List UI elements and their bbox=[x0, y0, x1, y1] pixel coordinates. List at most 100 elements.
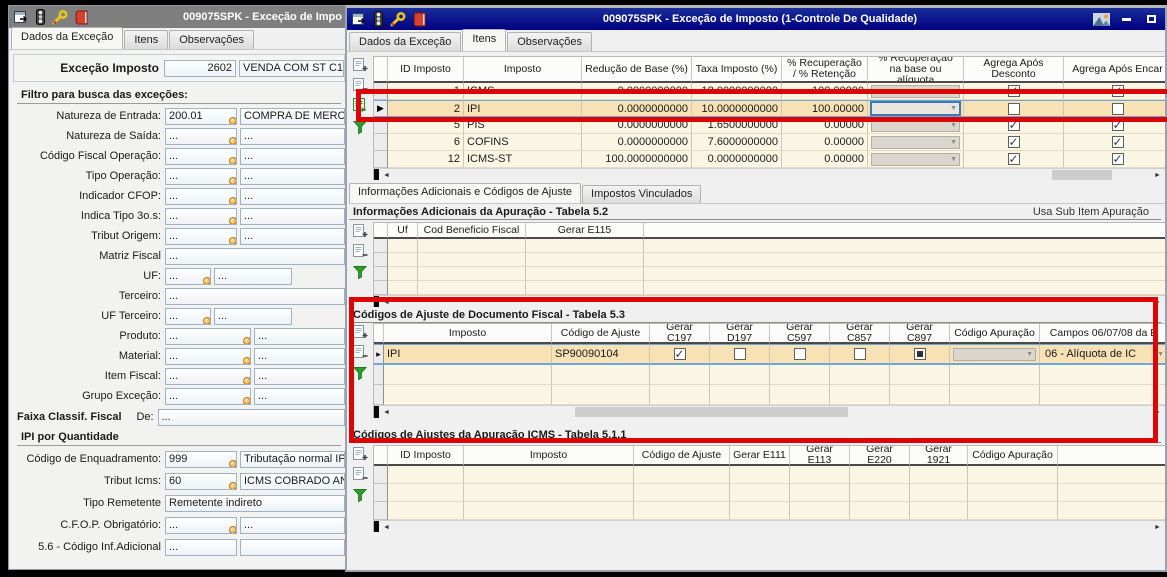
empty-cell[interactable] bbox=[464, 484, 634, 502]
empty-cell[interactable] bbox=[644, 281, 1165, 295]
checkbox-agrega-apos-desconto[interactable] bbox=[1008, 119, 1020, 131]
tipo-operacao-desc-field[interactable]: ... bbox=[240, 168, 345, 185]
row-selector[interactable] bbox=[374, 267, 388, 281]
tab-informacoes-adicionais[interactable]: Informações Adicionais e Códigos de Ajus… bbox=[349, 183, 581, 203]
empty-cell[interactable] bbox=[418, 267, 526, 281]
tipo-remetente-field[interactable]: Remetente indireto bbox=[165, 495, 345, 512]
cell-taxa-imposto[interactable]: 0.0000000000 bbox=[692, 151, 782, 168]
table-row[interactable]: 12 ICMS-ST 100.0000000000 0.0000000000 0… bbox=[374, 151, 1165, 168]
empty-cell[interactable] bbox=[1058, 502, 1165, 520]
empty-cell[interactable] bbox=[384, 385, 552, 405]
cell-id-imposto[interactable]: 6 bbox=[388, 134, 464, 151]
empty-cell[interactable] bbox=[850, 484, 910, 502]
cell-imposto[interactable]: IPI bbox=[384, 344, 552, 364]
wrench-icon[interactable] bbox=[52, 10, 68, 25]
tipo-operacao-field[interactable]: ... bbox=[165, 168, 237, 185]
cell-codigo-de-ajuste[interactable]: SP90090104 bbox=[552, 344, 650, 364]
cell-imposto[interactable]: IPI bbox=[464, 100, 582, 117]
empty-cell[interactable] bbox=[850, 502, 910, 520]
table-row[interactable]: 5 PIS 0.0000000000 1.6500000000 0.00000 … bbox=[374, 117, 1165, 134]
empty-cell[interactable] bbox=[730, 484, 790, 502]
row-selector[interactable] bbox=[374, 239, 388, 253]
empty-row[interactable] bbox=[374, 281, 1165, 295]
empty-cell[interactable] bbox=[644, 239, 1165, 253]
cell-taxa-imposto[interactable]: 1.6500000000 bbox=[692, 117, 782, 134]
cell-reducao-base[interactable]: 0.0000000000 bbox=[582, 83, 692, 100]
row-selector[interactable] bbox=[374, 151, 388, 168]
item-fiscal-desc-field[interactable]: ... bbox=[254, 368, 345, 385]
empty-cell[interactable] bbox=[770, 385, 830, 405]
scroll-left-icon[interactable]: ◄ bbox=[379, 521, 394, 532]
codigo-enquadramento-desc-field[interactable]: Tributação normal IPI; O bbox=[240, 451, 345, 468]
table-row-selected[interactable]: ▶ 2 IPI 0.0000000000 10.0000000000 100.0… bbox=[374, 100, 1165, 117]
empty-cell[interactable] bbox=[1040, 385, 1165, 405]
empty-cell[interactable] bbox=[910, 484, 968, 502]
row-selector[interactable] bbox=[374, 117, 388, 134]
cell-imposto[interactable]: PIS bbox=[464, 117, 582, 134]
empty-cell[interactable] bbox=[890, 365, 950, 385]
titlebar-right-window[interactable]: 009075SPK - Exceção de Imposto (1-Contro… bbox=[347, 8, 1165, 30]
cell-imposto[interactable]: COFINS bbox=[464, 134, 582, 151]
natureza-saida-desc-field[interactable]: ... bbox=[240, 128, 345, 145]
traffic-light-icon[interactable] bbox=[374, 11, 383, 27]
empty-cell[interactable] bbox=[388, 502, 464, 520]
empty-cell[interactable] bbox=[1058, 466, 1165, 484]
empty-cell[interactable] bbox=[464, 502, 634, 520]
empty-row[interactable] bbox=[374, 466, 1165, 484]
empty-row[interactable] bbox=[374, 502, 1165, 520]
codigo-inf-adicional-field[interactable]: ... bbox=[165, 539, 237, 556]
horizontal-scrollbar[interactable]: ◄ ► bbox=[374, 295, 1165, 307]
delete-row-icon[interactable] bbox=[352, 243, 368, 259]
empty-cell[interactable] bbox=[968, 484, 1058, 502]
empty-cell[interactable] bbox=[730, 502, 790, 520]
recovery-base-dropdown[interactable]: ▼ bbox=[871, 136, 960, 149]
horizontal-scrollbar[interactable]: ◄ ► bbox=[374, 405, 1165, 418]
codigo-apuracao-dropdown[interactable]: ▼ bbox=[953, 348, 1036, 361]
scrollbar-thumb[interactable] bbox=[1052, 170, 1112, 180]
scroll-right-icon[interactable]: ► bbox=[1150, 296, 1165, 307]
empty-cell[interactable] bbox=[388, 267, 418, 281]
empty-cell[interactable] bbox=[650, 365, 710, 385]
tribut-origem-field[interactable]: ... bbox=[165, 228, 237, 245]
empty-cell[interactable] bbox=[710, 365, 770, 385]
empty-cell[interactable] bbox=[526, 281, 644, 295]
tribut-icms-desc-field[interactable]: ICMS COBRADO ANTERI bbox=[240, 473, 345, 490]
checkbox-agrega-apos-encargo[interactable] bbox=[1112, 85, 1124, 97]
form-window-icon[interactable] bbox=[352, 13, 367, 26]
tab-dados-da-excecao[interactable]: Dados da Exceção bbox=[11, 27, 123, 49]
checkbox-gerar-c857[interactable] bbox=[854, 348, 866, 360]
cell-id-imposto[interactable]: 12 bbox=[388, 151, 464, 168]
delete-row-icon[interactable] bbox=[352, 466, 368, 482]
checkbox-agrega-apos-encargo[interactable] bbox=[1112, 119, 1124, 131]
empty-cell[interactable] bbox=[552, 365, 650, 385]
cell-reducao-base[interactable]: 0.0000000000 bbox=[582, 134, 692, 151]
checkbox-agrega-apos-desconto[interactable] bbox=[1008, 103, 1020, 115]
empty-cell[interactable] bbox=[464, 466, 634, 484]
table-row-selected[interactable]: ▸ IPI SP90090104 ▼ 06 - Alíquota de IC▼ bbox=[374, 344, 1165, 365]
indica-tipo-3os-desc-field[interactable]: ... bbox=[240, 208, 345, 225]
tab-itens[interactable]: Itens bbox=[462, 29, 506, 51]
empty-cell[interactable] bbox=[418, 239, 526, 253]
cell-id-imposto[interactable]: 1 bbox=[388, 83, 464, 100]
scrollbar-track[interactable] bbox=[394, 169, 1150, 180]
book-icon[interactable] bbox=[413, 12, 427, 27]
tribut-origem-desc-field[interactable]: ... bbox=[240, 228, 345, 245]
checkbox-agrega-apos-desconto[interactable] bbox=[1008, 85, 1020, 97]
row-selector[interactable] bbox=[374, 281, 388, 295]
empty-cell[interactable] bbox=[388, 466, 464, 484]
empty-cell[interactable] bbox=[968, 466, 1058, 484]
empty-cell[interactable] bbox=[644, 253, 1165, 267]
checkbox-gerar-c597[interactable] bbox=[794, 348, 806, 360]
empty-cell[interactable] bbox=[388, 253, 418, 267]
scroll-left-icon[interactable]: ◄ bbox=[379, 406, 394, 418]
row-selector[interactable] bbox=[374, 484, 388, 502]
empty-cell[interactable] bbox=[634, 502, 730, 520]
row-selector[interactable] bbox=[374, 83, 388, 100]
horizontal-scrollbar[interactable]: ◄ ► bbox=[374, 520, 1165, 532]
cell-recuperacao[interactable]: 0.00000 bbox=[782, 117, 868, 134]
cell-taxa-imposto[interactable]: 18.0000000000 bbox=[692, 83, 782, 100]
empty-row[interactable] bbox=[374, 385, 1165, 405]
minimize-button[interactable] bbox=[1117, 12, 1135, 27]
row-selector[interactable] bbox=[374, 466, 388, 484]
material-desc-field[interactable]: ... bbox=[254, 348, 345, 365]
